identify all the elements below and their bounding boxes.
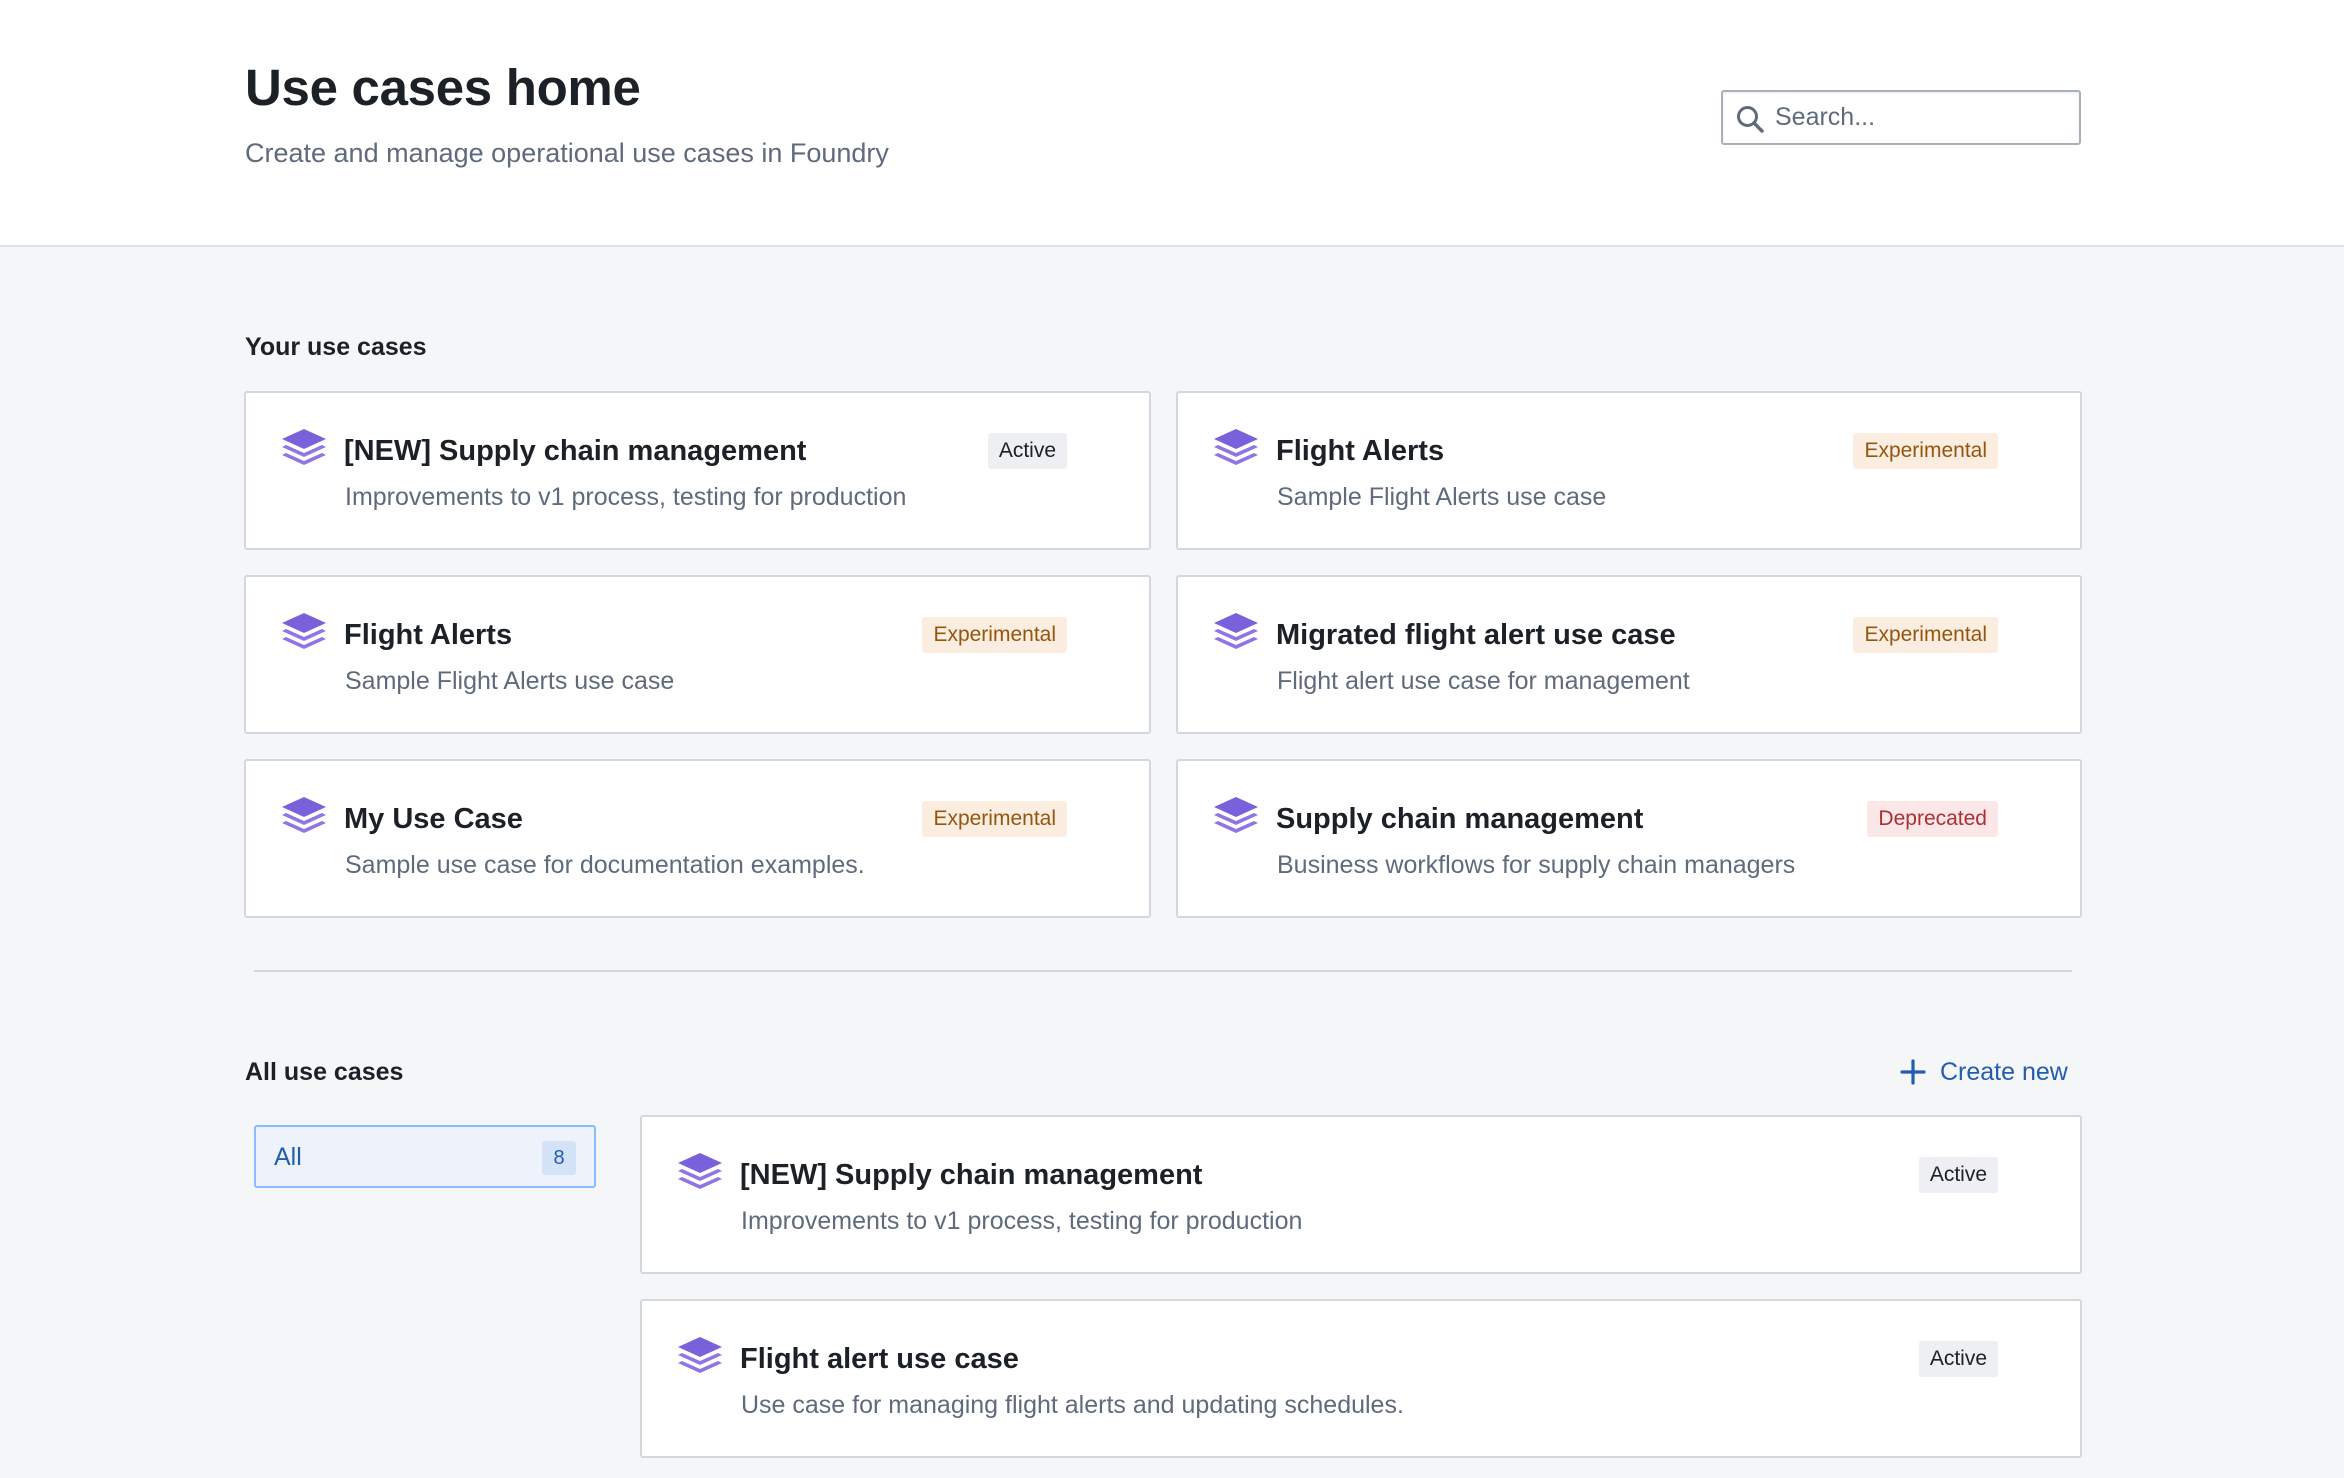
status-badge: Active xyxy=(1918,1341,1998,1377)
layers-icon xyxy=(1214,797,1258,833)
create-new-button[interactable]: Create new xyxy=(1900,1054,2068,1090)
use-case-description: Sample Flight Alerts use case xyxy=(345,667,675,695)
use-case-card[interactable]: [NEW] Supply chain management Improvemen… xyxy=(244,391,1151,550)
use-case-title: My Use Case xyxy=(344,803,523,835)
use-case-card[interactable]: Supply chain management Business workflo… xyxy=(1176,759,2082,918)
status-badge: Experimental xyxy=(922,801,1067,837)
layers-icon xyxy=(1214,613,1258,649)
status-badge: Active xyxy=(987,433,1067,469)
create-new-label: Create new xyxy=(1940,1057,2068,1086)
your-use-cases-heading: Your use cases xyxy=(245,333,427,361)
use-case-title: Migrated flight alert use case xyxy=(1276,619,1676,651)
use-case-description: Use case for managing flight alerts and … xyxy=(741,1391,1404,1419)
use-case-description: Sample Flight Alerts use case xyxy=(1277,483,1607,511)
use-case-card[interactable]: Migrated flight alert use case Flight al… xyxy=(1176,575,2082,734)
filter-label: All xyxy=(274,1143,302,1171)
use-case-card[interactable]: Flight Alerts Sample Flight Alerts use c… xyxy=(1176,391,2082,550)
use-case-description: Improvements to v1 process, testing for … xyxy=(741,1207,1303,1235)
status-badge: Experimental xyxy=(1853,433,1998,469)
page-subtitle: Create and manage operational use cases … xyxy=(245,138,889,168)
use-case-title: Flight alert use case xyxy=(740,1343,1019,1375)
filter-all[interactable]: All 8 xyxy=(254,1125,596,1188)
section-divider xyxy=(254,970,2072,972)
search-box[interactable] xyxy=(1721,90,2081,145)
all-use-cases-heading: All use cases xyxy=(245,1058,404,1086)
use-case-list-item[interactable]: Flight alert use case Use case for manag… xyxy=(640,1299,2082,1458)
use-case-list-item[interactable]: [NEW] Supply chain management Improvemen… xyxy=(640,1115,2082,1274)
use-case-title: Flight Alerts xyxy=(1276,435,1445,467)
page-header: Use cases home Create and manage operati… xyxy=(0,0,2344,247)
layers-icon xyxy=(282,613,326,649)
layers-icon xyxy=(1214,429,1258,465)
use-case-title: Supply chain management xyxy=(1276,803,1644,835)
filter-count-badge: 8 xyxy=(542,1141,576,1175)
search-icon xyxy=(1737,106,1764,133)
use-case-description: Improvements to v1 process, testing for … xyxy=(345,483,907,511)
page-title: Use cases home xyxy=(245,59,641,116)
status-badge: Deprecated xyxy=(1867,801,1998,837)
status-badge: Experimental xyxy=(1853,617,1998,653)
layers-icon xyxy=(282,797,326,833)
status-badge: Experimental xyxy=(922,617,1067,653)
status-badge: Active xyxy=(1918,1157,1998,1193)
use-case-description: Flight alert use case for management xyxy=(1277,667,1690,695)
use-case-description: Sample use case for documentation exampl… xyxy=(345,851,865,879)
layers-icon xyxy=(678,1337,722,1373)
use-case-description: Business workflows for supply chain mana… xyxy=(1277,851,1796,879)
layers-icon xyxy=(282,429,326,465)
plus-icon xyxy=(1900,1059,1926,1085)
use-case-title: [NEW] Supply chain management xyxy=(740,1159,1203,1191)
use-case-title: [NEW] Supply chain management xyxy=(344,435,807,467)
layers-icon xyxy=(678,1153,722,1189)
use-case-card[interactable]: Flight Alerts Sample Flight Alerts use c… xyxy=(244,575,1151,734)
use-case-card[interactable]: My Use Case Sample use case for document… xyxy=(244,759,1151,918)
use-case-title: Flight Alerts xyxy=(344,619,513,651)
search-input[interactable] xyxy=(1775,92,2075,143)
